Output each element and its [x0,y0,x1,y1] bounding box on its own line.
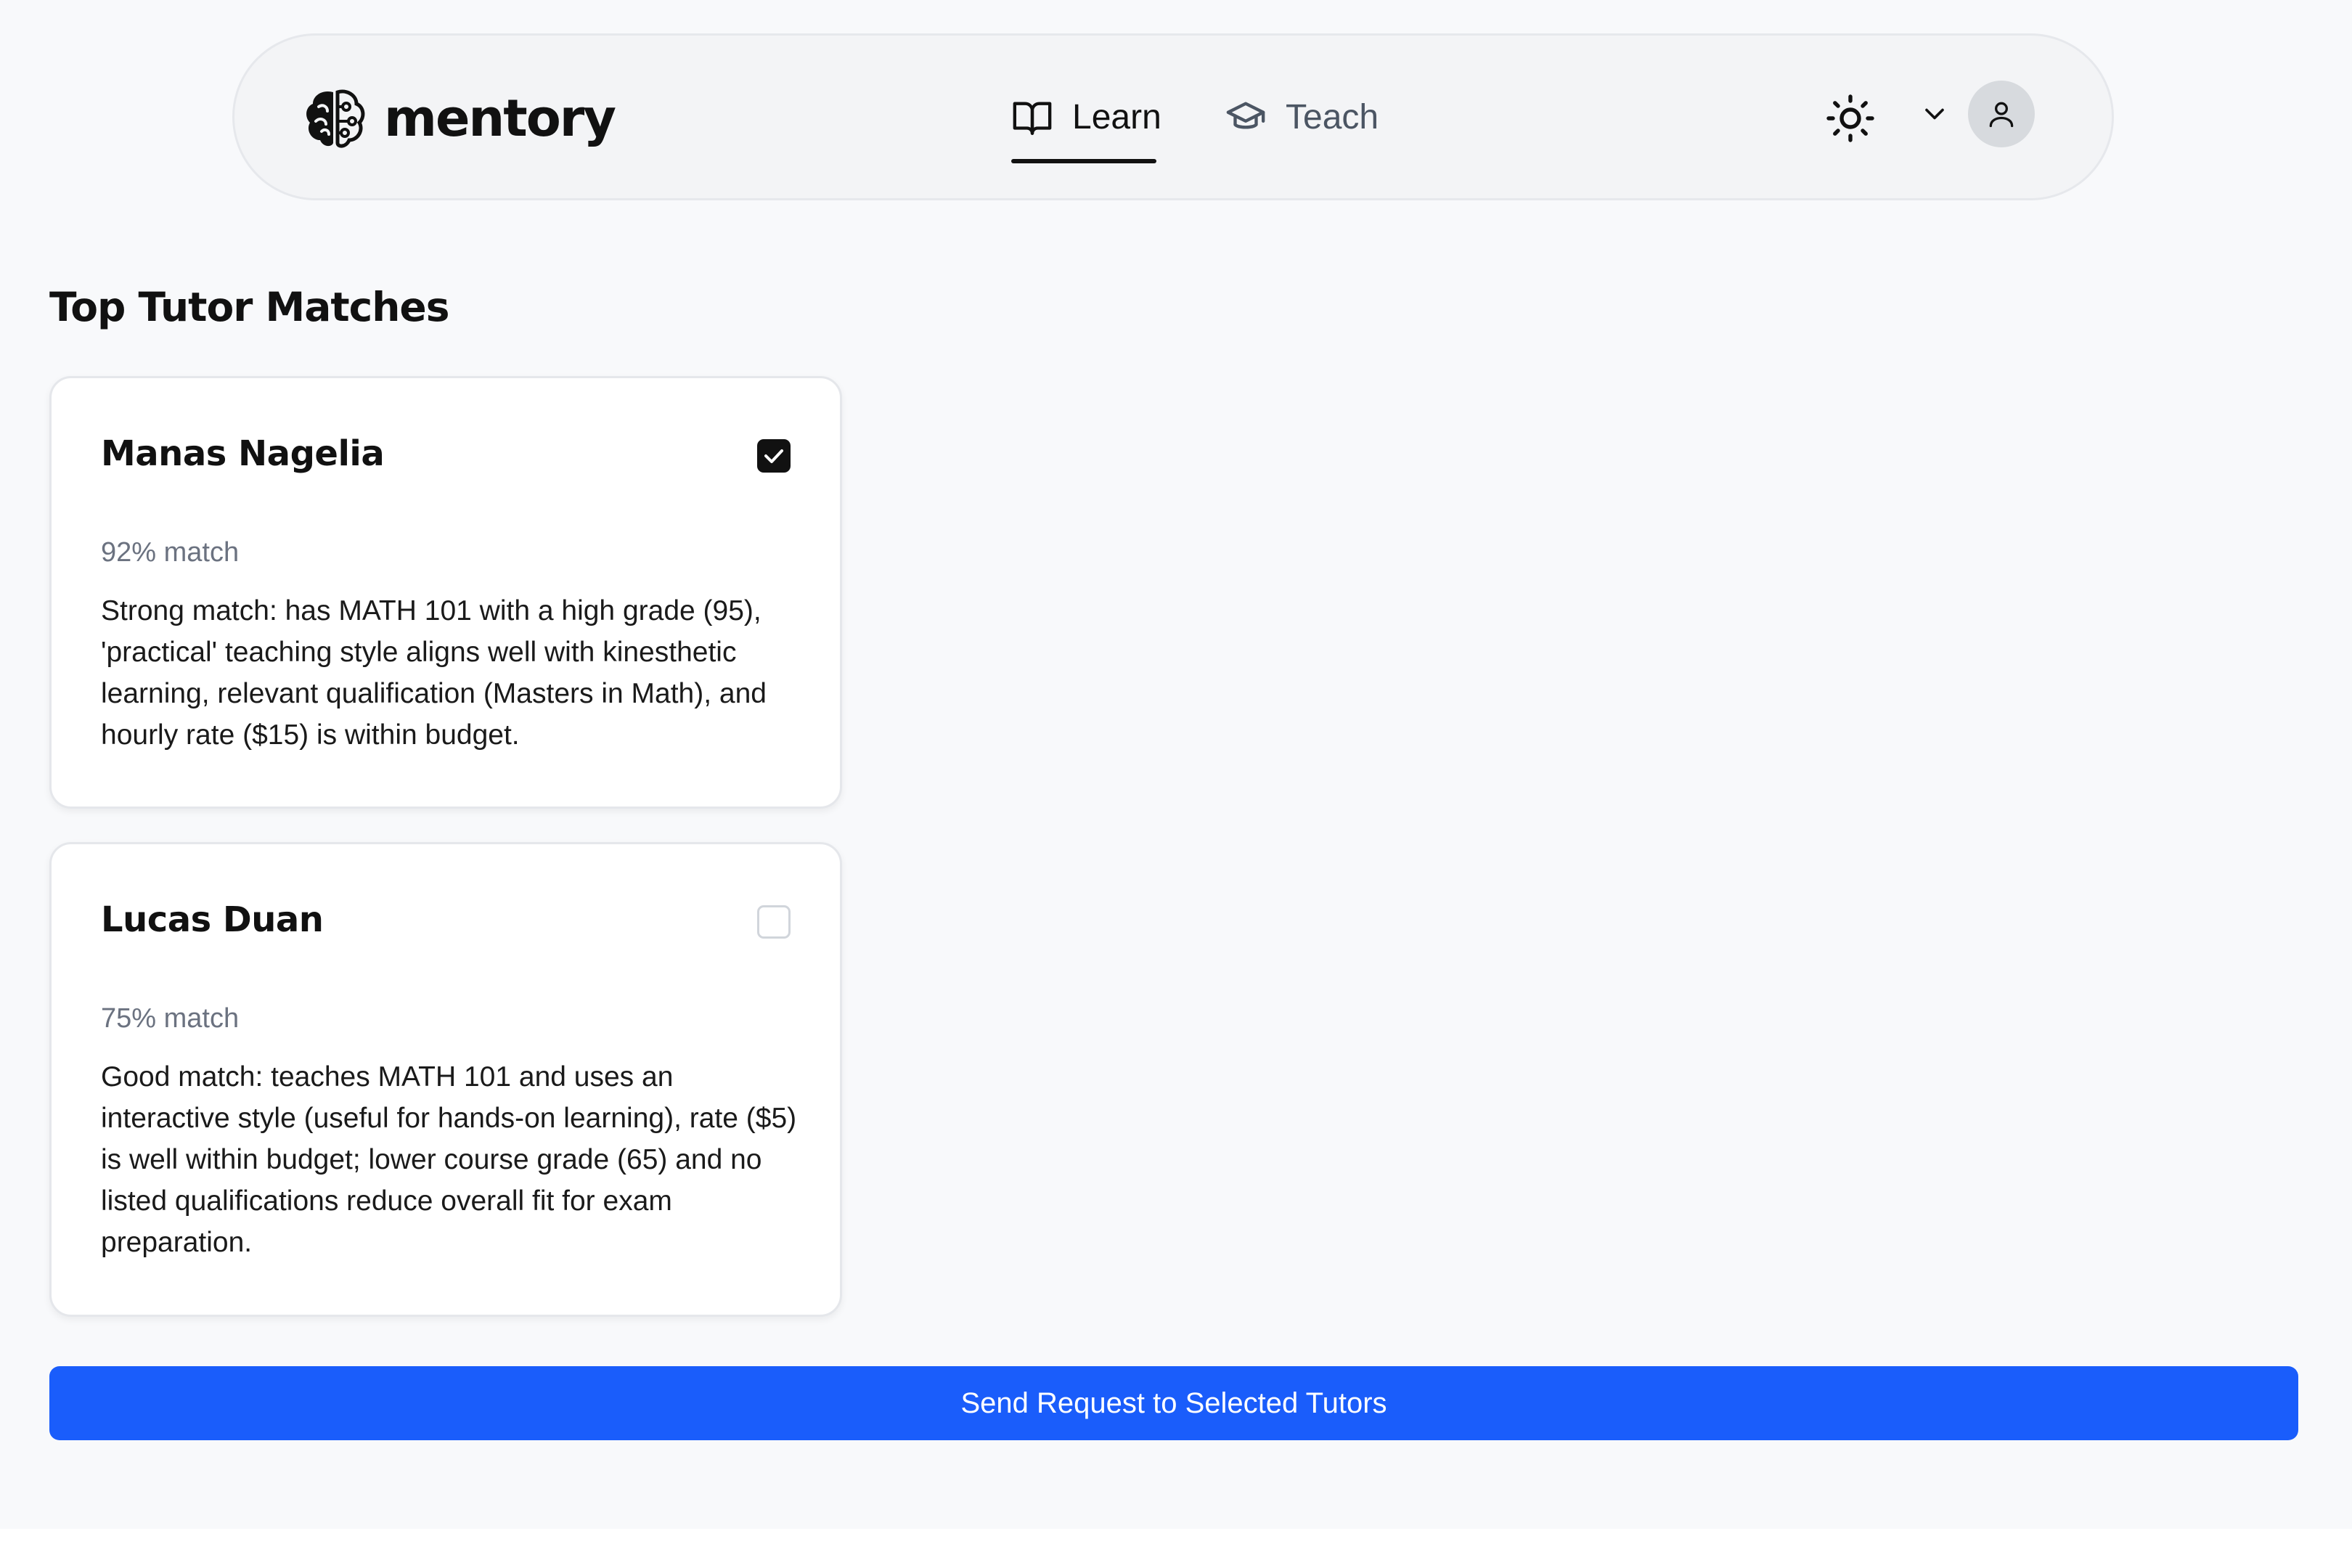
check-icon [764,449,783,463]
book-open-icon [1013,102,1052,135]
tutor-select-checkbox[interactable] [757,439,791,473]
sun-icon [1826,94,1874,142]
chevron-down-icon [1925,108,1944,120]
match-reasoning: Good match: teaches MATH 101 and uses an… [101,1061,797,1258]
theme-toggle-button[interactable] [1816,83,1885,153]
logo-text: mentory [384,89,616,148]
match-reasoning: Strong match: has MATH 101 with a high g… [101,595,767,751]
user-menu-button[interactable] [1919,81,2035,147]
top-navbar: mentory Learn Teach [232,33,2114,200]
tutor-name: Lucas Duan [101,899,324,940]
page-title: Top Tutor Matches [49,284,449,330]
graduation-cap-icon [1226,102,1265,129]
active-tab-indicator [1011,159,1156,163]
brain-logo-icon [306,89,365,148]
nav-tab-learn[interactable]: Learn [1011,97,1161,139]
send-request-button[interactable]: Send Request to Selected Tutors [49,1366,2298,1440]
avatar[interactable] [1968,81,2035,147]
user-icon [1989,102,2014,128]
tutor-select-checkbox[interactable] [757,905,791,939]
tutor-name: Manas Nagelia [101,433,385,474]
logo[interactable]: mentory [301,85,616,152]
nav-tab-teach[interactable]: Teach [1225,97,1379,139]
nav-tab-learn-label: Learn [1072,98,1161,136]
nav-tab-teach-label: Teach [1286,98,1379,136]
tutor-card: Lucas Duan 75% match Good match: teaches… [49,842,842,1317]
match-score: 92% match [101,537,240,568]
match-score: 75% match [101,1003,240,1034]
tutor-card: Manas Nagelia 92% match Strong match: ha… [49,376,842,809]
